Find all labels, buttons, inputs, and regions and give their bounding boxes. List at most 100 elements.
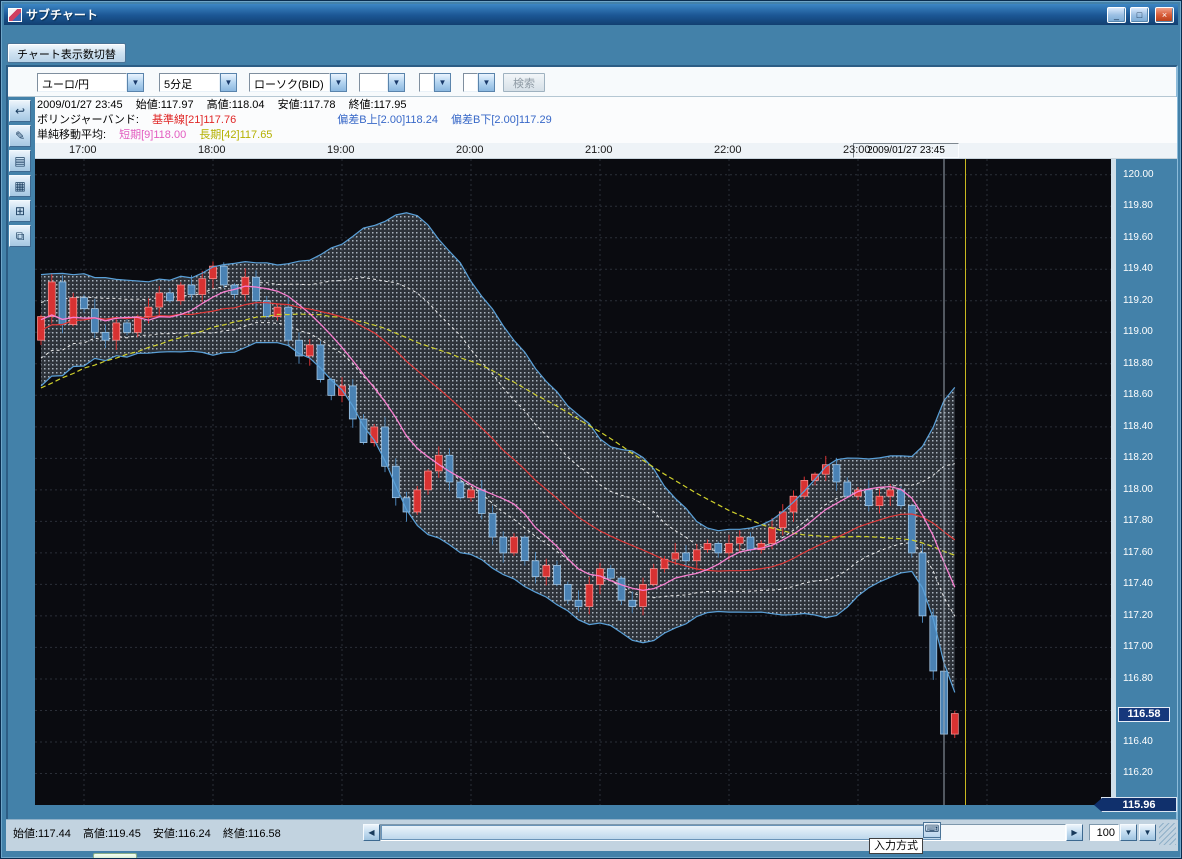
currency-pair-dropdown[interactable]: ユーロ/円 ▼	[37, 73, 144, 92]
window-title: サブチャート	[26, 6, 1103, 23]
scrollbar-track[interactable]	[380, 824, 1066, 841]
sma-short-value: 短期[9]118.00	[119, 129, 186, 141]
price-tick-label: 117.20	[1123, 610, 1153, 621]
session-open: 始値:117.44	[13, 828, 71, 840]
minimize-button[interactable]: _	[1107, 7, 1126, 23]
session-low-badge: 115.96	[1101, 797, 1177, 812]
price-tick-label: 119.60	[1123, 232, 1153, 243]
price-tick-label: 118.20	[1123, 452, 1153, 463]
input-method-tooltip: 入力方式	[869, 838, 923, 854]
scroll-right-button[interactable]: ▶	[1066, 824, 1083, 841]
session-low: 安値:116.24	[153, 828, 211, 840]
currency-pair-value: ユーロ/円	[37, 73, 127, 92]
sma-label: 単純移動平均:	[37, 129, 106, 141]
time-tick-label: 22:00	[714, 144, 742, 156]
time-tick-label: 17:00	[69, 144, 97, 156]
bollinger-upper-value: 偏差B上[2.00]118.24	[337, 114, 438, 126]
scrollbar-thumb[interactable]	[381, 825, 941, 840]
app-window: サブチャート _ □ × チャート表示数切替 ユーロ/円 ▼ 5分足 ▼ ローソ…	[0, 0, 1182, 859]
indicator-info-panel: 2009/01/27 23:45 始値:117.97 高値:118.04 安値:…	[35, 97, 1177, 143]
bollinger-label: ボリンジャーバンド:	[37, 114, 139, 126]
extra-dropdown-button[interactable]: ▼	[1139, 824, 1156, 841]
empty-dropdown-value	[359, 73, 388, 92]
price-tick-label: 116.40	[1123, 736, 1153, 747]
price-tick-label: 119.40	[1123, 263, 1153, 274]
price-tick-label: 118.40	[1123, 421, 1153, 432]
timeframe-value: 5分足	[159, 73, 220, 92]
price-tick-label: 116.20	[1123, 767, 1153, 778]
chart-tool-icon[interactable]: ▤	[9, 150, 31, 172]
bollinger-row: ボリンジャーバンド: 基準線[21]117.76 偏差B上[2.00]118.2…	[37, 113, 1175, 128]
candle-close: 終値:117.95	[349, 99, 407, 111]
price-tick-label: 118.00	[1123, 484, 1153, 495]
count-dropdown-button[interactable]: ▼	[1120, 824, 1137, 841]
time-tick-label: 23:00	[843, 144, 871, 156]
candle-datetime: 2009/01/27 23:45	[37, 99, 123, 111]
time-axis: 2009/01/27 23:45 17:0018:0019:0020:0021:…	[35, 143, 1177, 159]
display-count-field[interactable]: 100	[1089, 824, 1119, 841]
time-tick-label: 20:00	[456, 144, 484, 156]
empty-dropdown-1[interactable]: ▼	[359, 73, 405, 92]
draw-tool-icon[interactable]: ✎	[9, 125, 31, 147]
candle-low: 安値:117.78	[278, 99, 336, 111]
tool-sidebar: ↩ ✎ ▤ ▦ ⊞ ⧉	[9, 100, 33, 320]
session-close: 終値:116.58	[223, 828, 281, 840]
chart-type-value: ローソク(BID)	[249, 73, 330, 92]
empty-dropdown-value	[419, 73, 434, 92]
price-tick-label: 117.40	[1123, 578, 1153, 589]
price-tick-label: 120.00	[1123, 169, 1154, 180]
session-high: 高値:119.45	[83, 828, 141, 840]
scroll-left-button[interactable]: ◀	[363, 824, 380, 841]
print-tool-icon[interactable]: ⊞	[9, 200, 31, 222]
chevron-down-icon[interactable]: ▼	[220, 73, 237, 92]
chevron-down-icon[interactable]: ▼	[478, 73, 495, 92]
price-tick-label: 117.00	[1123, 641, 1153, 652]
chevron-down-icon[interactable]: ▼	[330, 73, 347, 92]
chart-type-dropdown[interactable]: ローソク(BID) ▼	[249, 73, 347, 92]
current-price-badge: 116.58	[1118, 707, 1170, 722]
candlestick-chart[interactable]	[35, 159, 1111, 805]
left-arrow-icon	[1094, 798, 1102, 812]
timeframe-dropdown[interactable]: 5分足 ▼	[159, 73, 237, 92]
price-tick-label: 118.80	[1123, 358, 1153, 369]
candle-high: 高値:118.04	[207, 99, 265, 111]
price-tick-label: 119.00	[1123, 326, 1153, 337]
sma-row: 単純移動平均: 短期[9]118.00 長期[42]117.65	[37, 128, 1175, 143]
grid-tool-icon[interactable]: ▦	[9, 175, 31, 197]
background-window-tab	[93, 853, 137, 859]
empty-dropdown-value	[463, 73, 478, 92]
price-tick-label: 117.80	[1123, 515, 1153, 526]
bollinger-lower-value: 偏差B下[2.00]117.29	[451, 114, 552, 126]
search-button[interactable]: 検索	[503, 73, 545, 92]
chevron-down-icon[interactable]: ▼	[388, 73, 405, 92]
price-tick-label: 118.60	[1123, 389, 1153, 400]
chart-count-toggle-button[interactable]: チャート表示数切替	[7, 43, 126, 63]
empty-dropdown-2[interactable]: ▼	[419, 73, 451, 92]
input-method-button[interactable]: ⌨	[923, 822, 941, 838]
sma-long-value: 長期[42]117.65	[199, 129, 272, 141]
bollinger-base-value: 基準線[21]117.76	[152, 114, 236, 126]
price-tick-label: 119.80	[1123, 200, 1153, 211]
chevron-down-icon[interactable]: ▼	[434, 73, 451, 92]
price-tick-label: 119.20	[1123, 295, 1153, 306]
chart-area[interactable]	[35, 159, 1111, 805]
price-tick-label: 116.80	[1123, 673, 1153, 684]
candle-open: 始値:117.97	[136, 99, 194, 111]
app-icon	[8, 8, 22, 22]
titlebar[interactable]: サブチャート _ □ ×	[4, 4, 1178, 25]
back-tool-icon[interactable]: ↩	[9, 100, 31, 122]
price-tick-label: 117.60	[1123, 547, 1153, 558]
resize-grip[interactable]	[1159, 823, 1176, 845]
session-ohlc: 始値:117.44 高値:119.45 安値:116.24 終値:116.58	[13, 825, 290, 841]
time-tick-label: 18:00	[198, 144, 226, 156]
close-button[interactable]: ×	[1155, 7, 1174, 23]
time-tick-label: 21:00	[585, 144, 613, 156]
window-tool-icon[interactable]: ⧉	[9, 225, 31, 247]
maximize-button[interactable]: □	[1130, 7, 1149, 23]
candle-ohlc-row: 2009/01/27 23:45 始値:117.97 高値:118.04 安値:…	[37, 98, 1175, 113]
price-axis: 116.58 120.00 119.80 119.60 119.40 119.20 119…	[1111, 159, 1177, 805]
session-low-value: 115.96	[1122, 799, 1155, 811]
chevron-down-icon[interactable]: ▼	[127, 73, 144, 92]
time-tick-label: 19:00	[327, 144, 355, 156]
empty-dropdown-3[interactable]: ▼	[463, 73, 495, 92]
